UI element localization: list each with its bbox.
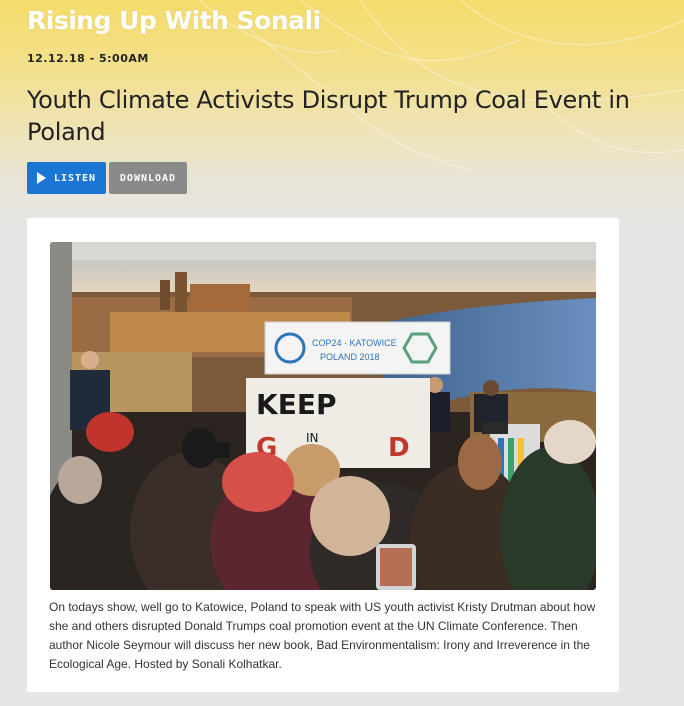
cop24-sign-line2: POLAND 2018 — [320, 352, 380, 362]
banner-keep: KEEP — [256, 388, 336, 421]
hero-banner: Rising Up With Sonali 12.12.18 - 5:00AM … — [0, 0, 684, 230]
episode-headline: Youth Climate Activists Disrupt Trump Co… — [27, 86, 630, 146]
episode-date: 12.12.18 - 5:00AM — [27, 52, 149, 65]
episode-card: COP24 · KATOWICE POLAND 2018 KEEP IN G D — [27, 218, 619, 692]
listen-label: LISTEN — [53, 172, 97, 184]
banner-in: IN — [306, 431, 319, 445]
show-title[interactable]: Rising Up With Sonali — [27, 6, 321, 35]
cop24-sign-line1: COP24 · KATOWICE — [312, 338, 397, 348]
listen-button[interactable]: LISTEN — [27, 162, 106, 194]
download-label: DOWNLOAD — [119, 172, 177, 184]
episode-description: On todays show, well go to Katowice, Pol… — [49, 600, 596, 671]
play-icon — [36, 172, 46, 184]
episode-photo: COP24 · KATOWICE POLAND 2018 KEEP IN G D — [50, 242, 596, 590]
banner-d: D — [388, 433, 410, 463]
download-button[interactable]: DOWNLOAD — [109, 162, 187, 194]
